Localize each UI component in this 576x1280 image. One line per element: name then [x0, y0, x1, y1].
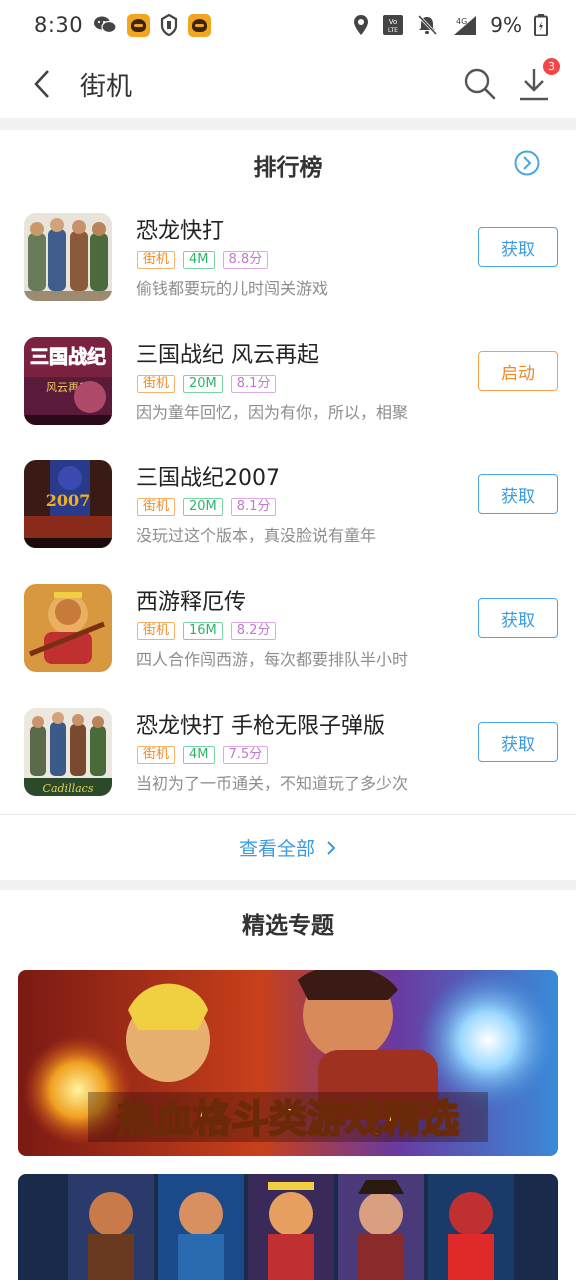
- get-button[interactable]: 获取: [478, 598, 558, 638]
- wechat-icon: [93, 15, 117, 35]
- divider: [0, 118, 576, 130]
- get-button[interactable]: 获取: [478, 227, 558, 267]
- banner-title: 热血格斗类游戏精选: [117, 1097, 459, 1141]
- shield-icon: [160, 14, 178, 36]
- app-row[interactable]: 三国战纪 风云再起 三国战纪 风云再起 街机 20M 8.1分 因为童年回忆，因…: [0, 337, 576, 461]
- app-row[interactable]: 恐龙快打 街机 4M 8.8分 偷钱都要玩的儿时闯关游戏 获取: [0, 213, 576, 337]
- app-name: 三国战纪2007: [136, 466, 280, 491]
- score-tag: 8.1分: [230, 375, 277, 393]
- ranking-title: 排行榜: [253, 155, 323, 181]
- app-row[interactable]: 2007 三国战纪2007 街机 20M 8.1分 没玩过这个版本，真没脸说有童…: [0, 460, 576, 584]
- tag-row: 街机 4M 8.8分: [137, 251, 269, 269]
- svg-text:2007: 2007: [46, 491, 91, 510]
- featured-banner-fighting[interactable]: 热血格斗类游戏精选: [18, 970, 558, 1156]
- back-button[interactable]: [16, 58, 68, 110]
- location-icon: [352, 14, 370, 36]
- top-nav: 街机 3: [0, 50, 576, 118]
- app-icon: [24, 584, 112, 672]
- category-tag: 街机: [137, 375, 176, 393]
- app-description: 没玩过这个版本，真没脸说有童年: [136, 526, 377, 545]
- tag-row: 街机 4M 7.5分: [137, 746, 269, 764]
- app-description: 因为童年回忆，因为有你，所以，相聚: [136, 403, 409, 422]
- battery-icon: [534, 14, 548, 36]
- back-arrow-icon: [34, 70, 49, 98]
- search-icon: [464, 68, 496, 100]
- category-tag: 街机: [137, 498, 176, 516]
- signal-4g-icon: 4G: [450, 14, 478, 36]
- launch-button[interactable]: 启动: [478, 351, 558, 391]
- chevron-right-icon: [327, 840, 336, 855]
- score-tag: 8.2分: [230, 622, 277, 640]
- battery-percent: 9%: [490, 13, 522, 37]
- app-icon: [24, 213, 112, 301]
- category-tag: 街机: [137, 251, 176, 269]
- app-description: 当初为了一币通关，不知道玩了多少次: [136, 774, 409, 793]
- app-name: 三国战纪 风云再起: [136, 343, 319, 368]
- score-tag: 8.8分: [222, 251, 269, 269]
- game-avatar-icon-2: [188, 13, 212, 37]
- view-all-label: 查看全部: [238, 838, 315, 860]
- search-button[interactable]: [460, 64, 500, 104]
- page-title: 街机: [80, 71, 133, 102]
- app-description: 四人合作闯西游，每次都要排队半小时: [136, 650, 409, 669]
- category-tag: 街机: [137, 746, 176, 764]
- svg-text:LTE: LTE: [388, 27, 398, 34]
- size-tag: 4M: [183, 746, 215, 764]
- get-button[interactable]: 获取: [478, 474, 558, 514]
- featured-title: 精选专题: [242, 913, 334, 939]
- category-tag: 街机: [137, 622, 176, 640]
- app-name: 恐龙快打: [136, 219, 225, 244]
- tag-row: 街机 20M 8.1分: [137, 375, 277, 393]
- get-button[interactable]: 获取: [478, 722, 558, 762]
- app-name: 恐龙快打 手枪无限子弹版: [136, 714, 385, 739]
- score-tag: 7.5分: [222, 746, 269, 764]
- status-time: 8:30: [34, 13, 84, 37]
- app-description: 偷钱都要玩的儿时闯关游戏: [136, 279, 329, 298]
- ranking-more-button[interactable]: [513, 149, 541, 177]
- app-name: 西游释厄传: [136, 590, 247, 615]
- app-icon: 三国战纪 风云再起: [24, 337, 112, 425]
- download-button[interactable]: 3: [514, 58, 560, 104]
- featured-banner-characters[interactable]: [18, 1174, 558, 1280]
- size-tag: 20M: [183, 375, 223, 393]
- svg-text:三国战纪: 三国战纪: [30, 345, 106, 368]
- status-bar: 8:30 Vo LTE 4G 9%: [0, 0, 576, 50]
- chevron-right-circle-icon: [514, 150, 540, 176]
- size-tag: 4M: [183, 251, 215, 269]
- svg-text:Cadillacs: Cadillacs: [43, 782, 94, 795]
- mute-bell-icon: [416, 14, 438, 36]
- app-row[interactable]: 西游释厄传 街机 16M 8.2分 四人合作闯西游，每次都要排队半小时 获取: [0, 584, 576, 708]
- divider: [0, 880, 576, 890]
- svg-text:4G: 4G: [456, 17, 467, 26]
- volte-icon: Vo LTE: [382, 14, 404, 36]
- game-avatar-icon: [127, 13, 151, 37]
- tag-row: 街机 20M 8.1分: [137, 498, 277, 516]
- size-tag: 20M: [183, 498, 223, 516]
- view-all-link[interactable]: 查看全部: [0, 814, 576, 880]
- app-icon: Cadillacs: [24, 708, 112, 796]
- svg-text:Vo: Vo: [389, 18, 398, 26]
- score-tag: 8.1分: [230, 498, 277, 516]
- size-tag: 16M: [183, 622, 223, 640]
- tag-row: 街机 16M 8.2分: [137, 622, 277, 640]
- app-icon: 2007: [24, 460, 112, 548]
- download-count-badge: 3: [543, 58, 560, 75]
